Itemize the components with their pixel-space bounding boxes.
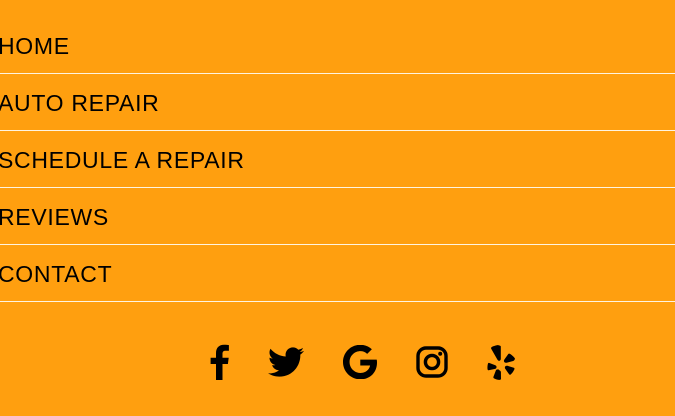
- menu-item-home[interactable]: HOME: [0, 17, 675, 74]
- yelp-icon: [487, 345, 515, 380]
- menu-item-auto-repair[interactable]: AUTO REPAIR: [0, 74, 675, 131]
- menu-item-label: REVIEWS: [0, 204, 109, 230]
- menu-item-contact[interactable]: CONTACT: [0, 245, 675, 302]
- menu-item-label: AUTO REPAIR: [0, 90, 160, 116]
- google-link[interactable]: [337, 339, 383, 385]
- menu-item-label: CONTACT: [0, 261, 113, 287]
- menu-item-label: SCHEDULE A REPAIR: [0, 147, 245, 173]
- menu-item-label: HOME: [0, 33, 70, 59]
- social-links: [0, 339, 675, 385]
- instagram-link[interactable]: [409, 339, 455, 385]
- facebook-link[interactable]: [196, 339, 242, 385]
- yelp-link[interactable]: [478, 339, 524, 385]
- menu-item-reviews[interactable]: REVIEWS: [0, 188, 675, 245]
- twitter-link[interactable]: [263, 339, 309, 385]
- menu-item-schedule-a-repair[interactable]: SCHEDULE A REPAIR: [0, 131, 675, 188]
- instagram-icon: [416, 346, 448, 378]
- facebook-icon: [210, 344, 229, 380]
- menu-list: HOME AUTO REPAIR SCHEDULE A REPAIR REVIE…: [0, 17, 675, 302]
- google-icon: [343, 345, 377, 379]
- twitter-icon: [268, 347, 304, 377]
